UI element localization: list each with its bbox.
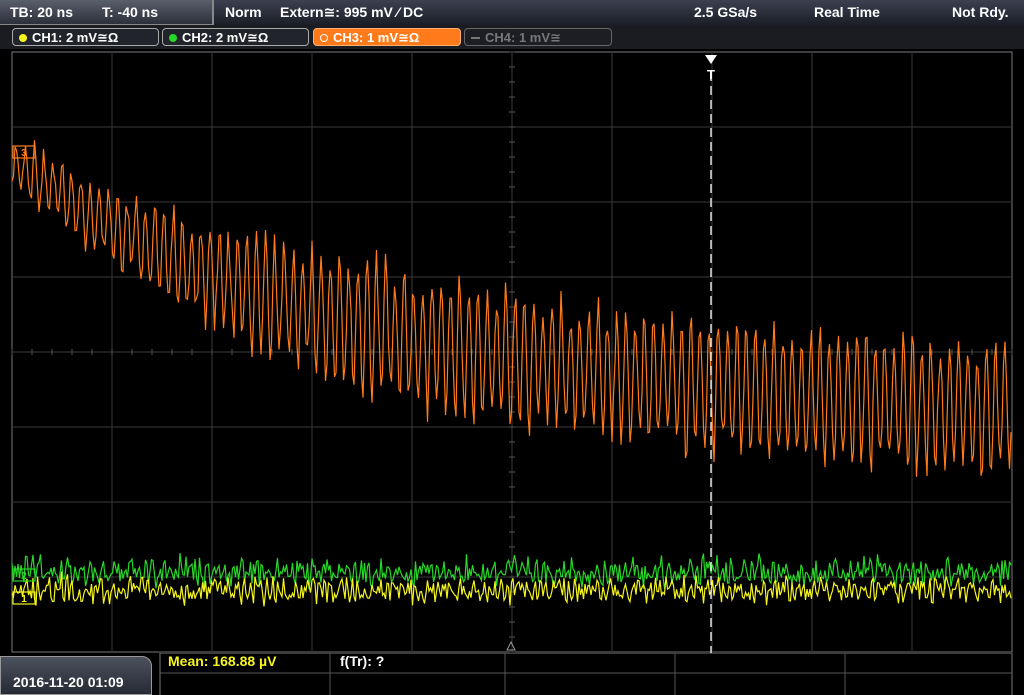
ch4-label: CH4: 1 mV≅ (485, 30, 561, 45)
measurement-bar: 2016-11-20 01:09 Mean: 168.88 µV f(Tr): … (0, 653, 1024, 695)
trigger-arrow-icon[interactable] (705, 55, 717, 64)
trigger-marker-label: T (707, 67, 715, 82)
ch3-offset-label: 3 (21, 148, 27, 159)
channel-tab-ch3[interactable]: CH3: 1 mV≅Ω (313, 28, 461, 46)
trigger-time-readout[interactable]: T: -40 ns (102, 4, 158, 20)
status-bar: TB: 20 ns T: -40 ns Norm Extern≅: 995 mV… (0, 0, 1024, 26)
ch4-off-icon (471, 37, 480, 39)
ch1-dot-icon (19, 34, 27, 42)
ch1-offset-label: 1 (21, 594, 27, 605)
ch2-offset-label: 2 (21, 571, 27, 582)
timebase-box[interactable]: TB: 20 ns T: -40 ns (0, 0, 214, 25)
channel-tab-ch4[interactable]: CH4: 1 mV≅ (464, 28, 612, 46)
ch3-dot-icon (320, 34, 328, 42)
ch3-label: CH3: 1 mV≅Ω (333, 30, 420, 45)
channel-tab-ch2[interactable]: CH2: 2 mV≅Ω (162, 28, 309, 46)
timebase-readout[interactable]: TB: 20 ns (10, 4, 73, 20)
graticule (11, 51, 1013, 653)
waveform-display[interactable]: T 3 2 1 (0, 50, 1024, 653)
time-reference-icon (506, 640, 516, 651)
measurement-grid (159, 653, 1013, 695)
trigger-source[interactable]: Extern≅: 995 mV ⁄ DC (280, 4, 423, 21)
ch2-label: CH2: 2 mV≅Ω (182, 30, 269, 45)
frequency-measurement[interactable]: f(Tr): ? (340, 653, 384, 669)
channel-tab-ch1[interactable]: CH1: 2 mV≅Ω (12, 28, 159, 46)
sample-rate[interactable]: 2.5 GSa/s (694, 4, 757, 20)
channel-tab-bar: CH1: 2 mV≅Ω CH2: 2 mV≅Ω CH3: 1 mV≅Ω CH4:… (0, 25, 1024, 49)
acquisition-mode[interactable]: Real Time (814, 4, 880, 20)
ch1-label: CH1: 2 mV≅Ω (32, 30, 119, 45)
mean-measurement[interactable]: Mean: 168.88 µV (168, 653, 276, 669)
ch2-dot-icon (169, 34, 177, 42)
trigger-mode[interactable]: Norm (225, 4, 262, 20)
ready-state: Not Rdy. (952, 4, 1009, 20)
waveform-svg[interactable]: T 3 2 1 (0, 50, 1024, 653)
